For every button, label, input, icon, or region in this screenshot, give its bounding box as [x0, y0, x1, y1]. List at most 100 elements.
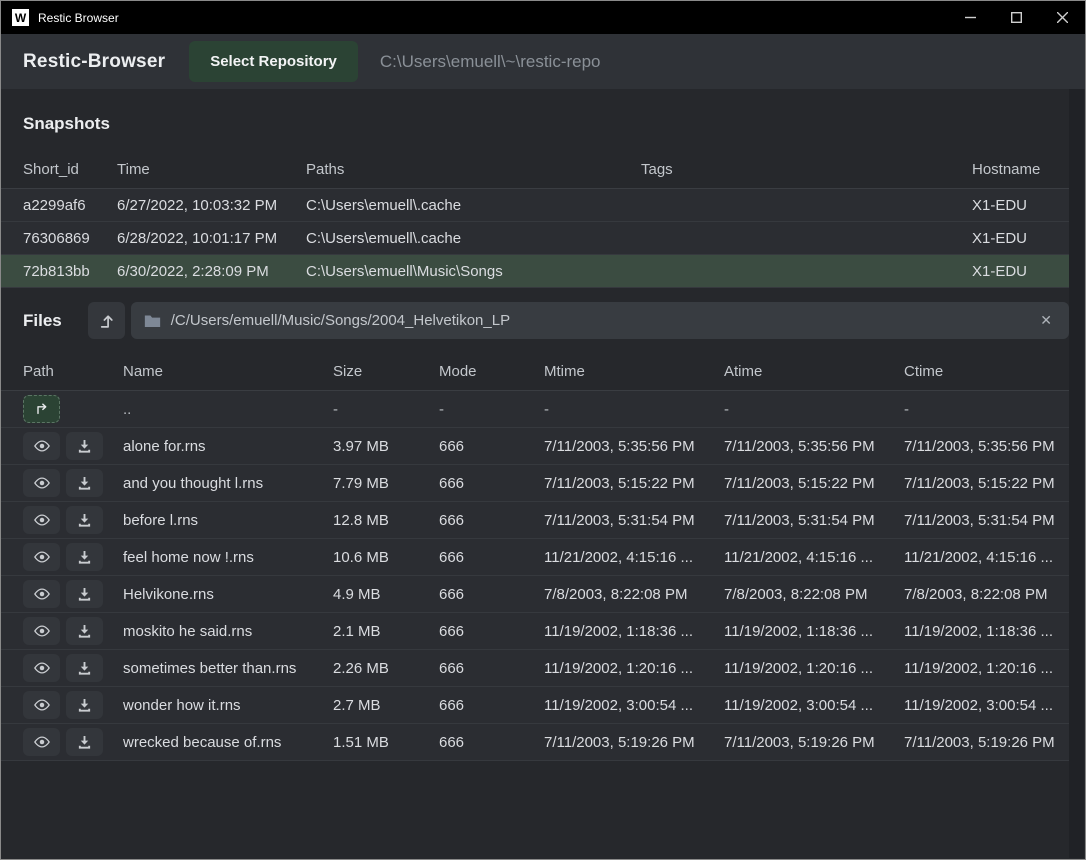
download-icon	[77, 587, 92, 602]
download-file-button[interactable]	[66, 432, 103, 460]
snapshot-hostname: X1-EDU	[972, 197, 1069, 214]
preview-file-button[interactable]	[23, 506, 60, 534]
folder-icon	[144, 314, 161, 328]
file-size: 4.9 MB	[333, 586, 439, 603]
preview-file-button[interactable]	[23, 728, 60, 756]
maximize-button[interactable]	[993, 1, 1039, 34]
download-file-button[interactable]	[66, 543, 103, 571]
preview-file-button[interactable]	[23, 543, 60, 571]
window-title: Restic Browser	[38, 11, 119, 25]
snapshot-time: 6/28/2022, 10:01:17 PM	[117, 230, 306, 247]
download-file-button[interactable]	[66, 506, 103, 534]
file-row[interactable]: wrecked because of.rns 1.51 MB 666 7/11/…	[1, 724, 1069, 761]
download-file-button[interactable]	[66, 580, 103, 608]
file-size: 12.8 MB	[333, 512, 439, 529]
preview-file-button[interactable]	[23, 432, 60, 460]
file-size: 1.51 MB	[333, 734, 439, 751]
file-row[interactable]: moskito he said.rns 2.1 MB 666 11/19/200…	[1, 613, 1069, 650]
files-title: Files	[23, 311, 62, 331]
snapshot-row-selected[interactable]: 72b813bb 6/30/2022, 2:28:09 PM C:\Users\…	[1, 255, 1069, 288]
file-ctime: 7/11/2003, 5:15:22 PM	[904, 475, 1069, 492]
file-atime: 11/19/2002, 3:00:54 ...	[724, 697, 904, 714]
close-button[interactable]	[1039, 1, 1085, 34]
file-mode: 666	[439, 660, 544, 677]
col-size: Size	[333, 363, 439, 380]
file-ctime: 7/8/2003, 8:22:08 PM	[904, 586, 1069, 603]
download-file-button[interactable]	[66, 469, 103, 497]
file-name: wrecked because of.rns	[123, 734, 333, 751]
file-mtime: 7/11/2003, 5:19:26 PM	[544, 734, 724, 751]
window-controls	[947, 1, 1085, 34]
download-icon	[77, 661, 92, 676]
scrollbar-gutter[interactable]	[1069, 89, 1084, 858]
download-icon	[77, 513, 92, 528]
files-toolbar: Files /C/Users/emuell/Music/Songs/2004_H…	[1, 302, 1069, 339]
snapshot-hostname: X1-EDU	[972, 263, 1069, 280]
file-mtime: 11/19/2002, 1:18:36 ...	[544, 623, 724, 640]
file-size: 2.1 MB	[333, 623, 439, 640]
col-time: Time	[117, 161, 306, 178]
files-table-header: Path Name Size Mode Mtime Atime Ctime	[1, 353, 1069, 391]
file-ctime: 11/19/2002, 3:00:54 ...	[904, 697, 1069, 714]
eye-icon	[33, 661, 51, 675]
file-ctime: 7/11/2003, 5:19:26 PM	[904, 734, 1069, 751]
path-root-button[interactable]	[88, 302, 125, 339]
file-row[interactable]: Helvikone.rns 4.9 MB 666 7/8/2003, 8:22:…	[1, 576, 1069, 613]
download-file-button[interactable]	[66, 728, 103, 756]
file-mtime: 11/19/2002, 3:00:54 ...	[544, 697, 724, 714]
file-row[interactable]: before l.rns 12.8 MB 666 7/11/2003, 5:31…	[1, 502, 1069, 539]
app-icon: W	[12, 9, 29, 26]
eye-icon	[33, 698, 51, 712]
file-row[interactable]: and you thought l.rns 7.79 MB 666 7/11/2…	[1, 465, 1069, 502]
download-icon	[77, 624, 92, 639]
file-mtime: -	[544, 401, 724, 418]
file-atime: 7/11/2003, 5:35:56 PM	[724, 438, 904, 455]
file-row[interactable]: sometimes better than.rns 2.26 MB 666 11…	[1, 650, 1069, 687]
snapshot-row[interactable]: a2299af6 6/27/2022, 10:03:32 PM C:\Users…	[1, 189, 1069, 222]
file-mode: 666	[439, 438, 544, 455]
file-name: and you thought l.rns	[123, 475, 333, 492]
eye-icon	[33, 513, 51, 527]
snapshot-row[interactable]: 76306869 6/28/2022, 10:01:17 PM C:\Users…	[1, 222, 1069, 255]
preview-file-button[interactable]	[23, 580, 60, 608]
snapshots-section-header: Snapshots	[1, 89, 1069, 151]
download-file-button[interactable]	[66, 654, 103, 682]
file-ctime: 11/21/2002, 4:15:16 ...	[904, 549, 1069, 566]
snapshot-paths: C:\Users\emuell\.cache	[306, 230, 641, 247]
file-atime: -	[724, 401, 904, 418]
clear-path-button[interactable]: ✕	[1036, 310, 1056, 331]
col-paths: Paths	[306, 161, 641, 178]
titlebar: W Restic Browser	[1, 1, 1085, 34]
download-icon	[77, 698, 92, 713]
preview-file-button[interactable]	[23, 617, 60, 645]
header: Restic-Browser Select Repository C:\User…	[1, 34, 1085, 89]
download-file-button[interactable]	[66, 691, 103, 719]
download-file-button[interactable]	[66, 617, 103, 645]
download-icon	[77, 735, 92, 750]
file-size: 2.7 MB	[333, 697, 439, 714]
parent-directory-row[interactable]: .. - - - - -	[1, 391, 1069, 428]
file-row[interactable]: alone for.rns 3.97 MB 666 7/11/2003, 5:3…	[1, 428, 1069, 465]
file-mtime: 11/19/2002, 1:20:16 ...	[544, 660, 724, 677]
preview-file-button[interactable]	[23, 654, 60, 682]
snapshot-short-id: a2299af6	[23, 197, 117, 214]
minimize-button[interactable]	[947, 1, 993, 34]
go-parent-button[interactable]	[23, 395, 60, 423]
file-row[interactable]: feel home now !.rns 10.6 MB 666 11/21/20…	[1, 539, 1069, 576]
file-size: 10.6 MB	[333, 549, 439, 566]
eye-icon	[33, 550, 51, 564]
file-atime: 11/19/2002, 1:18:36 ...	[724, 623, 904, 640]
preview-file-button[interactable]	[23, 469, 60, 497]
app-title: Restic-Browser	[23, 51, 165, 73]
preview-file-button[interactable]	[23, 691, 60, 719]
file-row[interactable]: wonder how it.rns 2.7 MB 666 11/19/2002,…	[1, 687, 1069, 724]
minimize-icon	[965, 12, 976, 23]
snapshot-time: 6/27/2022, 10:03:32 PM	[117, 197, 306, 214]
eye-icon	[33, 439, 51, 453]
path-bar[interactable]: /C/Users/emuell/Music/Songs/2004_Helveti…	[131, 302, 1069, 339]
file-size: 2.26 MB	[333, 660, 439, 677]
current-path[interactable]: /C/Users/emuell/Music/Songs/2004_Helveti…	[171, 312, 1037, 329]
file-name: feel home now !.rns	[123, 549, 333, 566]
select-repository-button[interactable]: Select Repository	[189, 41, 358, 82]
snapshot-short-id: 76306869	[23, 230, 117, 247]
